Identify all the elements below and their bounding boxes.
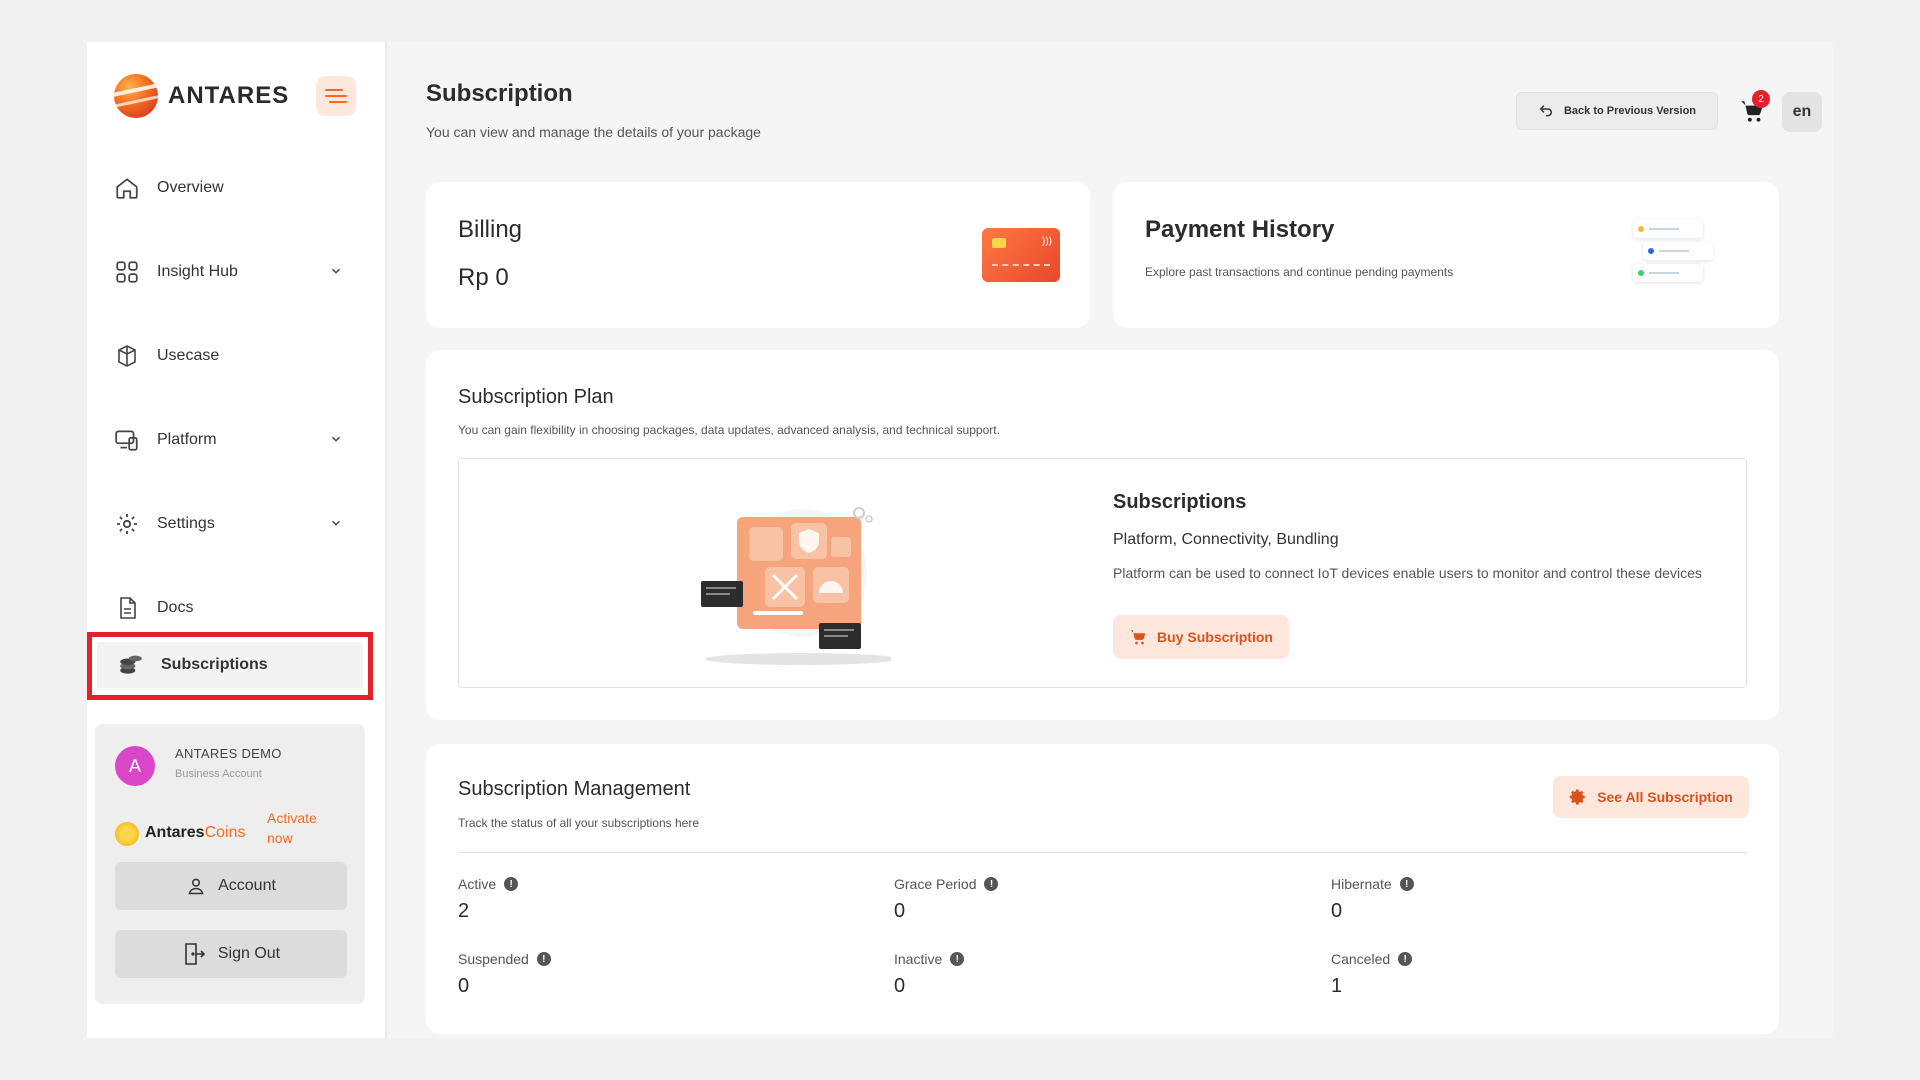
sign-out-button[interactable]: Sign Out [115, 930, 347, 978]
billing-amount: Rp 0 [458, 264, 509, 291]
stat-inactive: Inactive! 0 [894, 951, 965, 998]
subscriptions-types: Platform, Connectivity, Bundling [1113, 531, 1339, 548]
subscriptions-heading: Subscriptions [1113, 491, 1247, 513]
payment-history-description: Explore past transactions and continue p… [1145, 265, 1454, 279]
payment-history-title: Payment History [1145, 216, 1335, 243]
subscription-management-card: Subscription Management Track the status… [426, 744, 1779, 1034]
chevron-down-icon [329, 264, 343, 283]
main-content: Subscription You can view and manage the… [387, 42, 1833, 1038]
stat-grace-period: Grace Period! 0 [894, 876, 999, 923]
sidebar-item-docs[interactable]: Docs [113, 588, 353, 628]
divider [458, 852, 1747, 853]
sidebar-item-label: Subscriptions [161, 656, 268, 673]
globe-logo-icon [114, 74, 158, 118]
page-subtitle: You can view and manage the details of y… [426, 124, 761, 140]
sidebar-item-active[interactable]: Subscriptions [97, 642, 363, 688]
usecase-icon [113, 342, 141, 370]
language-selector[interactable]: en [1782, 92, 1822, 132]
coins-icon [117, 651, 145, 679]
sign-out-icon [185, 943, 205, 965]
platform-illustration-icon [691, 487, 897, 677]
info-icon[interactable]: ! [504, 877, 519, 891]
brand-logo[interactable]: ANTARES [114, 74, 289, 118]
coins-label: AntaresCoins [145, 824, 246, 841]
activate-coins-link[interactable]: Activate now [267, 808, 337, 848]
cart-icon [1130, 630, 1146, 645]
user-card: A ANTARES DEMO Business Account AntaresC… [95, 724, 365, 1004]
subscription-plan-description: You can gain flexibility in choosing pac… [458, 423, 1000, 437]
info-icon[interactable]: ! [1398, 952, 1413, 966]
sidebar-item-platform[interactable]: Platform [113, 420, 353, 460]
sidebar: ANTARES Overview Insight Hub Usecase Pla… [87, 42, 387, 1038]
user-icon [188, 878, 204, 895]
info-icon[interactable]: ! [536, 952, 551, 966]
sidebar-item-label: Docs [157, 599, 194, 616]
subscription-management-title: Subscription Management [458, 778, 691, 800]
stat-hibernate: Hibernate! 0 [1331, 876, 1414, 923]
sidebar-item-insight-hub[interactable]: Insight Hub [113, 252, 353, 292]
subscription-plan-title: Subscription Plan [458, 386, 614, 408]
subscription-management-description: Track the status of all your subscriptio… [458, 816, 699, 830]
sidebar-item-settings[interactable]: Settings [113, 504, 353, 544]
subscription-offer: Subscriptions Platform, Connectivity, Bu… [458, 458, 1747, 688]
stat-suspended: Suspended! 0 [458, 951, 551, 998]
grid-icon [113, 258, 141, 286]
transaction-list-icon [1627, 220, 1717, 290]
menu-toggle-button[interactable] [316, 76, 356, 116]
payment-history-card[interactable]: Payment History Explore past transaction… [1113, 182, 1779, 328]
hamburger-icon [325, 89, 343, 91]
document-icon [113, 594, 141, 622]
stat-canceled: Canceled! 1 [1331, 951, 1413, 998]
coin-icon [115, 822, 139, 846]
chevron-down-icon [329, 516, 343, 535]
credit-card-icon: ))) [982, 228, 1060, 282]
page-title: Subscription [426, 80, 573, 107]
billing-card[interactable]: Billing Rp 0 ))) [426, 182, 1090, 328]
gear-icon [1569, 789, 1585, 805]
sidebar-item-subscriptions[interactable]: Subscriptions [87, 632, 373, 700]
back-to-previous-version-button[interactable]: Back to Previous Version [1516, 92, 1718, 130]
sidebar-item-label: Usecase [157, 347, 220, 364]
home-icon [113, 174, 141, 202]
sidebar-item-label: Settings [157, 515, 215, 532]
sidebar-item-usecase[interactable]: Usecase [113, 336, 353, 376]
avatar[interactable]: A [115, 746, 155, 786]
gear-icon [113, 510, 141, 538]
billing-title: Billing [458, 216, 523, 243]
undo-icon [1539, 105, 1552, 117]
user-role: Business Account [175, 768, 262, 780]
account-button[interactable]: Account [115, 862, 347, 910]
user-name: ANTARES DEMO [175, 746, 282, 761]
chevron-down-icon [329, 432, 343, 451]
subscription-plan-card: Subscription Plan You can gain flexibili… [426, 350, 1779, 720]
subscriptions-description: Platform can be used to connect IoT devi… [1113, 565, 1702, 581]
sidebar-item-label: Insight Hub [157, 263, 238, 280]
brand-name: ANTARES [168, 82, 290, 109]
sidebar-item-label: Overview [157, 179, 224, 196]
info-icon[interactable]: ! [1399, 877, 1414, 891]
see-all-subscription-button[interactable]: See All Subscription [1553, 776, 1749, 818]
buy-subscription-button[interactable]: Buy Subscription [1113, 615, 1289, 659]
app-frame: ANTARES Overview Insight Hub Usecase Pla… [87, 42, 1833, 1038]
devices-icon [113, 426, 141, 454]
info-icon[interactable]: ! [950, 952, 965, 966]
sidebar-item-overview[interactable]: Overview [113, 168, 353, 208]
sidebar-item-label: Platform [157, 431, 217, 448]
cart-count-badge: 2 [1752, 90, 1770, 108]
stat-active: Active! 2 [458, 876, 519, 923]
info-icon[interactable]: ! [984, 877, 999, 891]
